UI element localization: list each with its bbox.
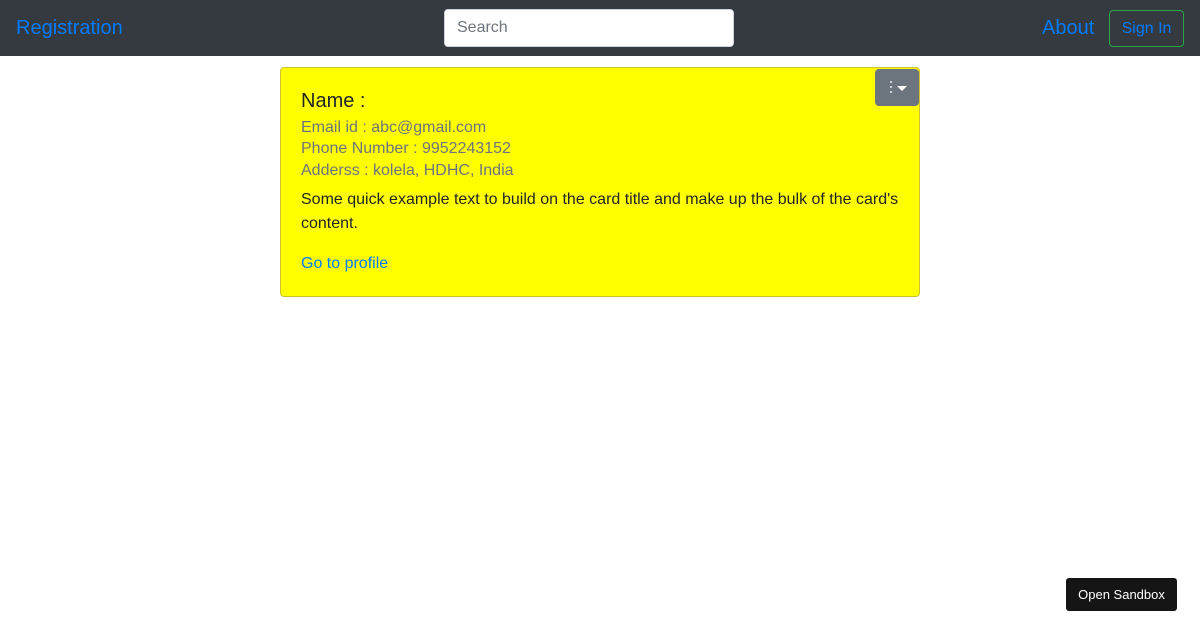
open-sandbox-button[interactable]: Open Sandbox [1066, 578, 1177, 611]
profile-card: Name : Email id : abc@gmail.com Phone Nu… [280, 67, 920, 297]
card-email: Email id : abc@gmail.com [301, 119, 487, 136]
card-menu-dropdown-button[interactable] [875, 69, 919, 106]
go-to-profile-link[interactable]: Go to profile [301, 252, 388, 276]
chevron-down-icon [897, 86, 907, 91]
kebab-icon [890, 81, 893, 94]
card-title: Name : [301, 90, 366, 112]
search-input[interactable] [444, 9, 734, 47]
about-link[interactable]: About [1042, 15, 1094, 41]
sign-in-button[interactable]: Sign In [1109, 10, 1184, 47]
card-address: Adderss : kolela, HDHC, India [301, 162, 514, 179]
card-phone: Phone Number : 9952243152 [301, 140, 511, 157]
brand-link[interactable]: Registration [16, 15, 123, 41]
top-navbar: Registration About Sign In [0, 0, 1200, 56]
card-text: Some quick example text to build on the … [301, 191, 899, 232]
